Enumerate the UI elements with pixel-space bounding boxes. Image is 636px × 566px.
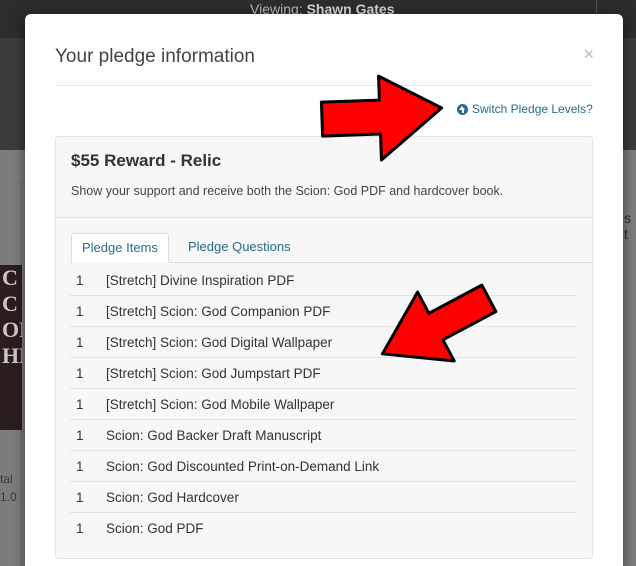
item-quantity: 1 [76,365,84,381]
divider [56,217,592,218]
list-item: 1 Scion: God Backer Draft Manuscript [70,420,576,451]
item-name: [Stretch] Scion: God Mobile Wallpaper [106,396,335,412]
background-cover-image: C C OR HE [0,265,22,430]
background-side-text: tal 1.0 [0,472,17,504]
item-quantity: 1 [76,396,84,412]
list-item: 1 [Stretch] Scion: God Mobile Wallpaper [70,389,576,420]
modal-title: Your pledge information [55,46,255,67]
switch-pledge-levels-link[interactable]: Switch Pledge Levels? [457,102,593,116]
tab-pledge-questions[interactable]: Pledge Questions [178,233,301,263]
list-item: 1 Scion: God PDF [70,513,576,544]
item-name: [Stretch] Scion: God Companion PDF [106,303,331,319]
pledge-modal: Your pledge information × Switch Pledge … [25,14,623,566]
item-quantity: 1 [76,521,84,536]
reward-description: Show your support and receive both the S… [71,184,504,198]
background-right-text: s t [624,210,631,242]
item-quantity: 1 [76,334,84,350]
item-name: Scion: God PDF [106,521,204,536]
item-quantity: 1 [76,489,84,505]
pledge-tabs: Pledge Items Pledge Questions [70,233,592,263]
item-quantity: 1 [76,427,84,443]
item-name: Scion: God Backer Draft Manuscript [106,427,322,443]
reward-panel: $55 Reward - Relic Show your support and… [55,136,593,559]
item-name: Scion: God Hardcover [106,489,239,505]
reward-title: $55 Reward - Relic [71,151,222,170]
modal-header: Your pledge information × [55,14,594,86]
item-quantity: 1 [76,458,84,474]
tab-pledge-items[interactable]: Pledge Items [71,233,169,263]
list-item: 1 [Stretch] Scion: God Companion PDF [70,296,576,327]
item-name: [Stretch] Divine Inspiration PDF [106,272,295,288]
list-item: 1 [Stretch] Scion: God Jumpstart PDF [70,358,576,389]
close-icon[interactable]: × [583,44,594,65]
item-quantity: 1 [76,272,84,288]
pledge-items-list: 1 [Stretch] Divine Inspiration PDF 1 [Stre… [70,265,576,544]
list-item: 1 [Stretch] Scion: God Digital Wallpaper [70,327,576,358]
list-item: 1 [Stretch] Divine Inspiration PDF [70,265,576,296]
item-name: [Stretch] Scion: God Digital Wallpaper [106,334,333,350]
item-name: Scion: God Discounted Print-on-Demand Li… [106,458,380,474]
item-name: [Stretch] Scion: God Jumpstart PDF [106,365,321,381]
switch-pledge-levels-label: Switch Pledge Levels? [472,102,593,116]
item-quantity: 1 [76,303,84,319]
list-item: 1 Scion: God Discounted Print-on-Demand L… [70,451,576,482]
arrow-circle-up-icon [457,103,468,115]
list-item: 1 Scion: God Hardcover [70,482,576,513]
